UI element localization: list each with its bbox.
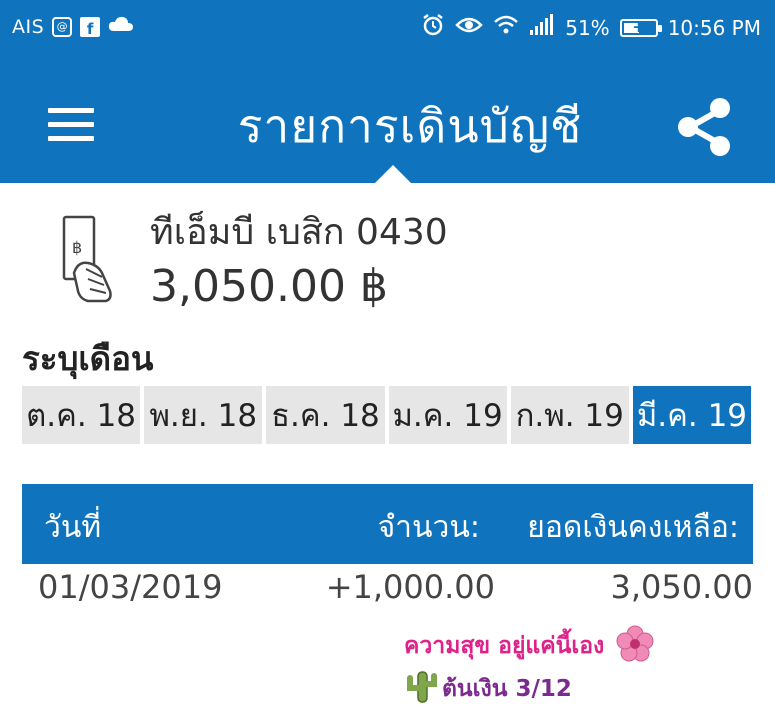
status-bar: AIS @ f 51% + 10:56 PM xyxy=(0,0,775,56)
flower-icon xyxy=(616,625,654,667)
month-tab[interactable]: ม.ค. 19 xyxy=(388,386,507,444)
month-tab[interactable]: ต.ค. 18 xyxy=(22,386,141,444)
month-tab[interactable]: ธ.ค. 18 xyxy=(266,386,385,444)
column-header-date: วันที่ xyxy=(44,510,102,545)
alarm-icon xyxy=(421,13,445,42)
sticker-happiness: ความสุข อยู่แค่นี้เอง xyxy=(404,625,654,667)
svg-text:฿: ฿ xyxy=(72,238,82,257)
app-notification-icon: @ xyxy=(52,16,73,37)
charging-icon: + xyxy=(632,17,645,36)
month-tab[interactable]: ก.พ. 19 xyxy=(510,386,629,444)
cell-date: 01/03/2019 xyxy=(38,568,223,606)
month-tab[interactable]: พ.ย. 18 xyxy=(144,386,263,444)
cell-amount: +1,000.00 xyxy=(325,568,495,606)
status-right: 51% + 10:56 PM xyxy=(421,13,761,42)
sticker-text-2: ต้นเงิน 3/12 xyxy=(442,676,572,702)
sticker-principal: ต้นเงิน 3/12 xyxy=(404,670,572,708)
month-selector-label: ระบุเดือน xyxy=(22,339,154,378)
month-tab[interactable]: มี.ค. 19 xyxy=(632,386,752,444)
cactus-icon xyxy=(404,670,440,708)
account-name: ทีเอ็มบี เบสิก 0430 xyxy=(150,212,448,253)
share-icon[interactable] xyxy=(670,92,740,162)
cell-balance: 3,050.00 xyxy=(610,568,754,606)
cloud-icon xyxy=(108,15,134,38)
card-in-hand-icon: ฿ xyxy=(58,213,118,305)
column-header-balance: ยอดเงินคงเหลือ: xyxy=(527,510,739,545)
app-bar: รายการเดินบัญชี xyxy=(0,56,775,183)
month-tabs: ต.ค. 18 พ.ย. 18 ธ.ค. 18 ม.ค. 19 ก.พ. 19 … xyxy=(22,386,752,444)
eye-icon xyxy=(455,15,484,40)
hamburger-menu-icon[interactable] xyxy=(48,108,94,142)
page-title: รายการเดินบัญชี xyxy=(237,99,583,153)
account-balance: 3,050.00 ฿ xyxy=(150,261,388,312)
selection-notch xyxy=(375,165,411,183)
clock: 10:56 PM xyxy=(667,15,761,40)
column-header-amount: จำนวน: xyxy=(377,510,480,545)
carrier-label: AIS xyxy=(12,15,45,38)
battery-percent: 51% xyxy=(565,15,610,40)
table-row[interactable]: 01/03/2019 +1,000.00 3,050.00 xyxy=(22,566,753,614)
sticker-text-1: ความสุข อยู่แค่นี้เอง xyxy=(404,633,605,659)
signal-icon xyxy=(529,14,555,41)
table-header: วันที่ จำนวน: ยอดเงินคงเหลือ: xyxy=(22,484,753,564)
status-left: AIS @ f xyxy=(12,15,134,38)
battery-icon: + xyxy=(619,17,662,37)
facebook-icon: f xyxy=(80,16,101,37)
wifi-icon xyxy=(493,14,519,41)
